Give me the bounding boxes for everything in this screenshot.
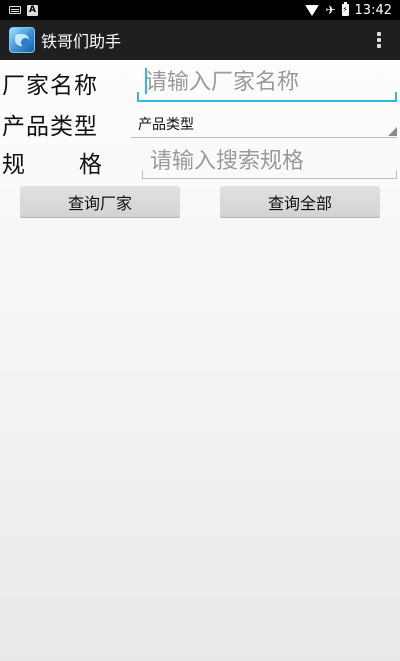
manufacturer-label: 厂家名称 <box>2 73 98 99</box>
wifi-icon <box>305 4 320 16</box>
query-manufacturer-button[interactable]: 查询厂家 <box>20 186 180 218</box>
status-bar-left: A <box>9 4 38 16</box>
product-type-selected-value: 产品类型 <box>138 116 194 133</box>
overflow-menu-icon[interactable] <box>377 32 381 48</box>
app-logo-icon[interactable] <box>9 27 35 53</box>
spec-label: 规 格 <box>2 145 103 179</box>
keyboard-icon <box>9 6 21 14</box>
action-bar: 铁哥们助手 <box>0 20 400 60</box>
spec-label-char-1: 规 <box>2 152 26 178</box>
query-all-button[interactable]: 查询全部 <box>220 186 380 218</box>
app-title: 铁哥们助手 <box>41 32 122 51</box>
product-type-dropdown[interactable]: 产品类型 <box>131 110 397 138</box>
dropdown-arrow-icon <box>388 127 397 136</box>
manufacturer-input[interactable] <box>145 66 395 98</box>
status-time: 13:42 <box>354 2 392 18</box>
battery-charging-icon <box>341 2 349 16</box>
text-cursor <box>145 68 147 94</box>
status-bar-right: ✈ 13:42 <box>305 2 392 18</box>
a-icon: A <box>27 4 38 16</box>
status-bar: A ✈ 13:42 <box>0 0 400 20</box>
spec-label-char-2: 格 <box>79 152 103 178</box>
spec-input[interactable] <box>150 145 395 177</box>
product-type-label: 产品类型 <box>2 114 98 140</box>
airplane-icon: ✈ <box>325 3 336 17</box>
